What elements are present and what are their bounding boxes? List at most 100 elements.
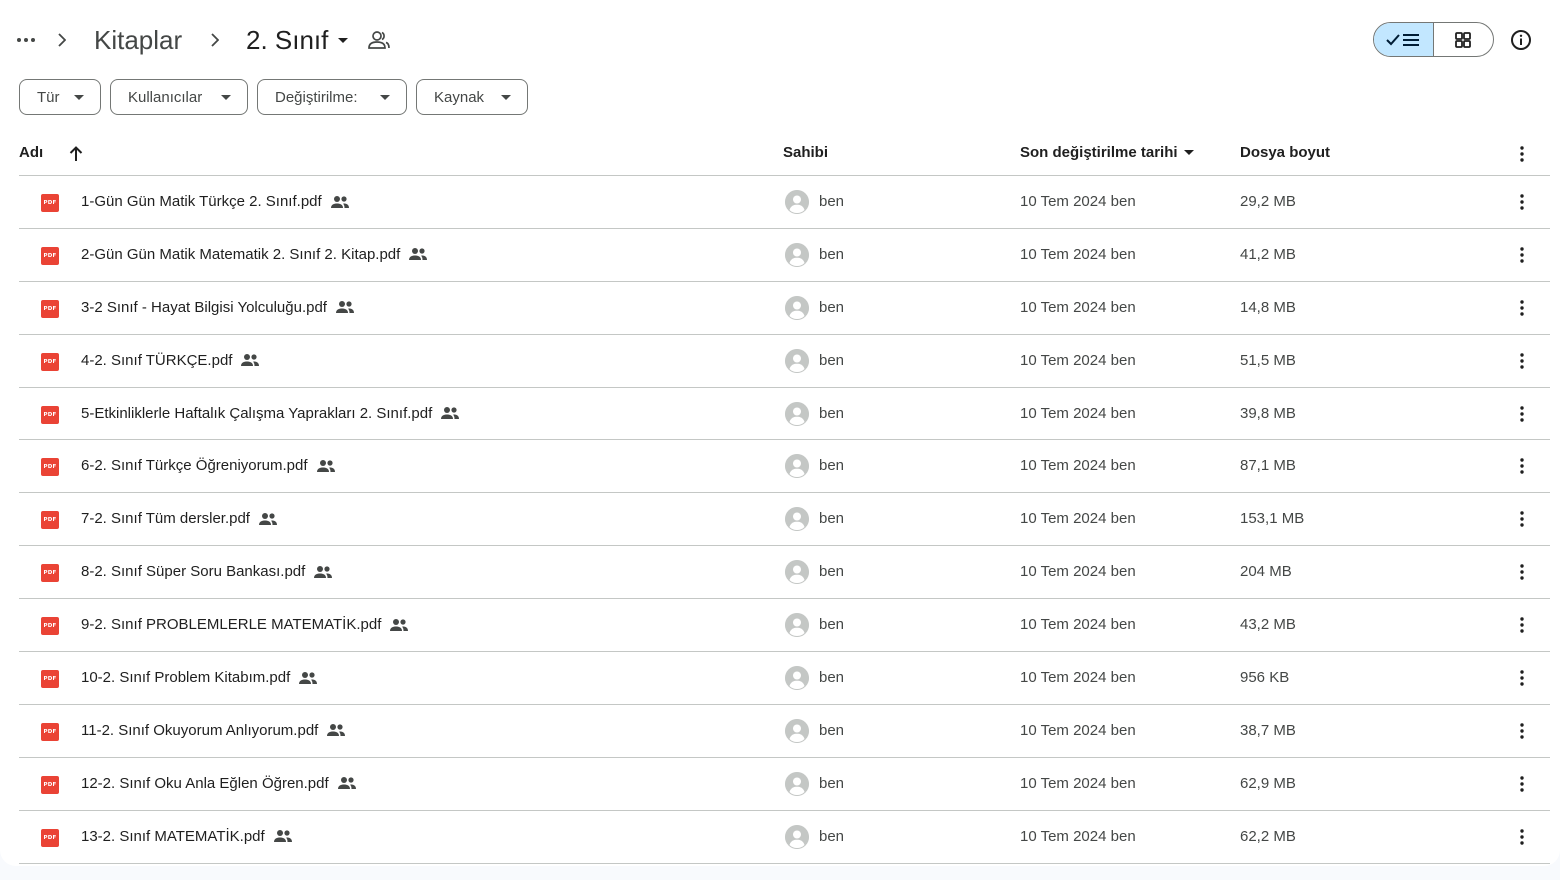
modified-date: 10 Tem 2024 — [1020, 616, 1107, 634]
modified-by: ben — [1110, 774, 1136, 792]
filter-people-chip[interactable]: Kullanıcılar — [110, 79, 248, 115]
modified-by: ben — [1110, 563, 1136, 581]
table-row[interactable]: PDF 8-2. Sınıf Süper Soru Bankası.pdf be… — [19, 546, 1550, 600]
file-name-cell: 7-2. Sınıf Tüm dersler.pdf — [81, 510, 278, 527]
pdf-icon: PDF — [41, 564, 59, 583]
table-row[interactable]: PDF 11-2. Sınıf Okuyorum Anlıyorum.pdf b… — [19, 705, 1550, 758]
table-row[interactable]: PDF 12-2. Sınıf Oku Anla Eğlen Öğren.pdf… — [19, 758, 1550, 811]
file-name-cell: 5-Etkinliklerle Haftalık Çalışma Yaprakl… — [81, 405, 460, 422]
file-name: 9-2. Sınıf PROBLEMLERLE MATEMATİK.pdf — [81, 616, 382, 634]
modified-cell: 10 Tem 2024 ben — [1020, 828, 1136, 845]
info-icon[interactable] — [1507, 26, 1535, 54]
filter-modified-chip[interactable]: Değiştirilme: — [257, 79, 407, 115]
table-row[interactable]: PDF 1-Gün Gün Matik Türkçe 2. Sınıf.pdf … — [19, 176, 1550, 229]
chevron-down-icon — [338, 37, 349, 43]
more-vert-icon[interactable] — [1510, 142, 1534, 166]
owner-name: ben — [819, 721, 845, 739]
shared-icon — [441, 407, 460, 420]
table-row[interactable]: PDF 3-2 Sınıf - Hayat Bilgisi Yolculuğu.… — [19, 282, 1550, 335]
breadcrumb-current-label: 2. Sınıf — [246, 24, 329, 55]
modified-by: ben — [1110, 616, 1136, 634]
filter-type-chip[interactable]: Tür — [19, 79, 101, 115]
arrow-up-icon[interactable] — [67, 144, 85, 164]
table-row[interactable]: PDF 5-Etkinliklerle Haftalık Çalışma Yap… — [19, 388, 1550, 441]
avatar — [785, 295, 809, 320]
shared-icon — [327, 724, 346, 737]
owner-name: ben — [819, 827, 845, 845]
list-view-button[interactable] — [1374, 23, 1434, 56]
table-row[interactable]: PDF 10-2. Sınıf Problem Kitabım.pdf ben … — [19, 652, 1550, 705]
table-row[interactable]: PDF 7-2. Sınıf Tüm dersler.pdf ben 10 Te… — [19, 493, 1550, 547]
file-name: 2-Gün Gün Matik Matematik 2. Sınıf 2. Ki… — [81, 245, 401, 263]
table-row[interactable]: PDF 4-2. Sınıf TÜRKÇE.pdf ben 10 Tem 202… — [19, 335, 1550, 388]
chevron-down-icon — [380, 95, 390, 100]
file-size: 204 MB — [1240, 563, 1292, 581]
owner-name: ben — [819, 616, 845, 634]
shared-icon — [335, 301, 354, 314]
file-name-cell: 3-2 Sınıf - Hayat Bilgisi Yolculuğu.pdf — [81, 299, 355, 316]
file-name: 13-2. Sınıf MATEMATİK.pdf — [81, 827, 265, 845]
more-vert-icon[interactable] — [1510, 666, 1534, 690]
table-row[interactable]: PDF 6-2. Sınıf Türkçe Öğreniyorum.pdf be… — [19, 440, 1550, 494]
modified-date: 10 Tem 2024 — [1020, 245, 1107, 263]
shared-icon — [316, 459, 335, 472]
modified-date: 10 Tem 2024 — [1020, 298, 1107, 316]
file-name: 1-Gün Gün Matik Türkçe 2. Sınıf.pdf — [81, 193, 322, 210]
pdf-icon: PDF — [41, 617, 59, 636]
table-header: Adı Sahibi Son değiştirilme tarihi Dosya… — [19, 134, 1550, 176]
more-vert-icon[interactable] — [1510, 507, 1534, 531]
file-name-cell: 13-2. Sınıf MATEMATİK.pdf — [81, 828, 293, 845]
more-vert-icon[interactable] — [1510, 454, 1534, 478]
table-row[interactable]: PDF 13-2. Sınıf MATEMATİK.pdf ben 10 Tem… — [19, 811, 1550, 864]
file-name-cell: 11-2. Sınıf Okuyorum Anlıyorum.pdf — [81, 722, 346, 739]
pdf-icon: PDF — [41, 458, 59, 477]
more-vert-icon[interactable] — [1510, 825, 1534, 849]
owner-name: ben — [819, 298, 845, 316]
modified-date: 10 Tem 2024 — [1020, 457, 1107, 475]
modified-cell: 10 Tem 2024 ben — [1020, 457, 1136, 474]
column-header-size: Dosya boyut — [1240, 144, 1331, 161]
more-vert-icon[interactable] — [1510, 349, 1534, 373]
pdf-icon: PDF — [41, 246, 59, 265]
modified-by: ben — [1110, 827, 1136, 845]
more-vert-icon[interactable] — [1510, 296, 1534, 320]
avatar — [785, 666, 809, 691]
filter-modified-label: Değiştirilme: — [275, 88, 358, 106]
table-row[interactable]: PDF 2-Gün Gün Matik Matematik 2. Sınıf 2… — [19, 229, 1550, 282]
file-name: 11-2. Sınıf Okuyorum Anlıyorum.pdf — [81, 721, 319, 739]
breadcrumb-current[interactable]: 2. Sınıf — [244, 22, 350, 58]
file-name-cell: 10-2. Sınıf Problem Kitabım.pdf — [81, 669, 318, 686]
more-vert-icon[interactable] — [1510, 560, 1534, 584]
shared-folder-icon[interactable] — [366, 28, 392, 52]
modified-date: 10 Tem 2024 — [1020, 721, 1107, 739]
file-name-cell: 2-Gün Gün Matik Matematik 2. Sınıf 2. Ki… — [81, 246, 428, 263]
more-vert-icon[interactable] — [1510, 772, 1534, 796]
pdf-icon: PDF — [41, 299, 59, 318]
filter-source-chip[interactable]: Kaynak — [416, 79, 528, 115]
modified-by: ben — [1110, 245, 1136, 263]
more-vert-icon[interactable] — [1510, 190, 1534, 214]
column-header-modified[interactable]: Son değiştirilme tarihi — [1020, 144, 1194, 161]
owner-name: ben — [819, 774, 845, 792]
table-row[interactable]: PDF 9-2. Sınıf PROBLEMLERLE MATEMATİK.pd… — [19, 599, 1550, 653]
file-size: 41,2 MB — [1240, 245, 1296, 263]
grid-view-button[interactable] — [1434, 23, 1494, 56]
modified-date: 10 Tem 2024 — [1020, 774, 1107, 792]
chevron-down-icon — [501, 95, 511, 100]
avatar — [785, 507, 809, 532]
more-horiz-icon[interactable] — [10, 24, 42, 56]
column-header-name[interactable]: Adı — [19, 144, 43, 161]
more-vert-icon[interactable] — [1510, 402, 1534, 426]
pdf-icon: PDF — [41, 828, 59, 847]
avatar — [785, 560, 809, 585]
pdf-icon: PDF — [41, 670, 59, 689]
breadcrumb-parent[interactable]: Kitaplar — [92, 22, 184, 58]
file-name: 4-2. Sınıf TÜRKÇE.pdf — [81, 351, 233, 369]
chevron-down-icon — [74, 95, 84, 100]
more-vert-icon[interactable] — [1510, 243, 1534, 267]
more-vert-icon[interactable] — [1510, 613, 1534, 637]
shared-icon — [337, 777, 356, 790]
file-name-cell: 4-2. Sınıf TÜRKÇE.pdf — [81, 352, 260, 369]
more-vert-icon[interactable] — [1510, 719, 1534, 743]
owner-name: ben — [819, 510, 845, 528]
